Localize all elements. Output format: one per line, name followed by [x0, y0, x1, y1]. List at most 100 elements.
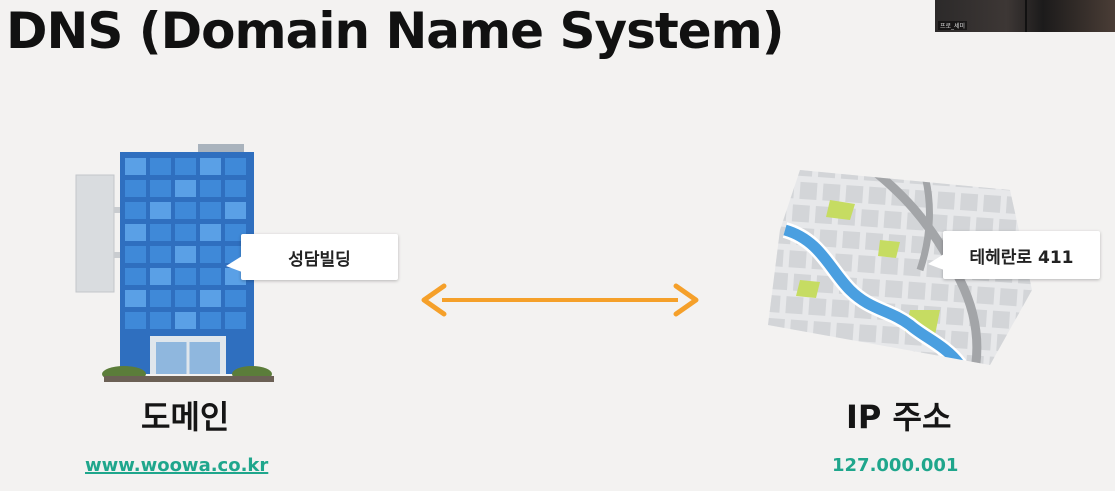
building-window — [125, 312, 146, 329]
building-window — [150, 268, 171, 285]
map-block — [955, 170, 974, 188]
map-block — [884, 280, 903, 299]
map-block — [768, 202, 787, 221]
callout-pointer-right — [928, 254, 944, 270]
address-callout: 테헤란로 411 — [943, 231, 1100, 279]
map-block — [772, 170, 791, 176]
building-window — [125, 246, 146, 263]
building-window — [200, 224, 221, 241]
map-block — [822, 183, 841, 202]
map-block — [1014, 312, 1032, 331]
building-window — [225, 290, 246, 307]
building-window — [200, 290, 221, 307]
building-window — [150, 224, 171, 241]
building-window — [175, 290, 196, 307]
building-window — [175, 202, 196, 219]
map-block — [976, 286, 995, 305]
building-window — [175, 224, 196, 241]
map-block — [789, 319, 808, 338]
building-window — [175, 312, 196, 329]
bidirectional-arrow-icon — [421, 283, 699, 317]
ip-address-caption: IP 주소 — [846, 398, 952, 436]
building-window — [175, 180, 196, 197]
building-name-callout: 성담빌딩 — [241, 234, 398, 280]
map-block — [857, 255, 876, 274]
building-window — [125, 202, 146, 219]
building-window — [125, 268, 146, 285]
map-block — [831, 299, 850, 318]
map-block — [812, 321, 831, 340]
building-window — [225, 158, 246, 175]
map-block — [873, 348, 893, 365]
domain-example-link[interactable]: www.woowa.co.kr — [85, 455, 268, 476]
map-block — [907, 281, 926, 300]
map-block — [932, 170, 951, 187]
map-block — [794, 170, 814, 177]
building-window — [225, 180, 246, 197]
building-window — [125, 224, 146, 241]
map-block — [880, 256, 899, 275]
building-window — [150, 246, 171, 263]
map-block — [788, 250, 807, 269]
building-window — [150, 180, 171, 197]
map-block — [845, 185, 864, 204]
map-block — [945, 307, 965, 326]
map-block — [1028, 197, 1032, 217]
building-window — [225, 202, 246, 219]
building-window — [200, 246, 221, 263]
map-block — [991, 310, 1011, 329]
map-block — [805, 343, 824, 362]
map-block — [770, 272, 789, 291]
building-window — [200, 268, 221, 285]
map-block — [996, 333, 1015, 353]
map-block — [1024, 174, 1032, 193]
building-window — [200, 180, 221, 197]
map-block — [785, 296, 804, 315]
map-block — [768, 340, 778, 359]
map-block — [999, 288, 1018, 307]
map-block — [982, 194, 1002, 213]
building-window — [175, 268, 196, 285]
domain-caption: 도메인 — [141, 398, 230, 436]
webcam-label: 프로_세미 — [938, 21, 968, 30]
map-block — [850, 346, 870, 365]
building-window — [175, 158, 196, 175]
building-window — [125, 180, 146, 197]
map-block — [959, 193, 979, 212]
building-window — [125, 290, 146, 307]
building-window — [175, 246, 196, 263]
map-block — [828, 345, 847, 364]
ip-address-example: 127.000.001 — [832, 455, 959, 476]
map-block — [808, 297, 827, 316]
map-block — [988, 356, 1007, 365]
map-block — [860, 209, 879, 228]
map-block — [840, 170, 860, 180]
building-window — [150, 158, 171, 175]
building-window — [150, 312, 171, 329]
map-block — [881, 325, 900, 345]
webcam-thumbnail: 프로_세미 — [935, 0, 1115, 32]
callout-pointer-left — [226, 256, 242, 272]
map-block — [1005, 196, 1025, 215]
map-block — [768, 248, 784, 267]
map-block — [1019, 335, 1032, 354]
map-block — [842, 230, 861, 250]
map-block — [776, 180, 795, 199]
map-block — [799, 181, 818, 201]
map-block — [883, 210, 902, 229]
map-block — [817, 170, 837, 179]
map-block — [930, 283, 949, 302]
map-block — [978, 171, 997, 190]
building-window — [150, 290, 171, 307]
building-window — [200, 202, 221, 219]
map-block — [1011, 358, 1030, 365]
map-block — [782, 342, 801, 361]
building-window — [150, 202, 171, 219]
map-block — [1001, 172, 1020, 192]
map-block — [937, 191, 956, 210]
map-block — [768, 294, 781, 313]
map-block — [896, 350, 916, 365]
map-block — [768, 317, 785, 337]
webcam-divider — [1025, 0, 1027, 32]
building-window — [225, 312, 246, 329]
